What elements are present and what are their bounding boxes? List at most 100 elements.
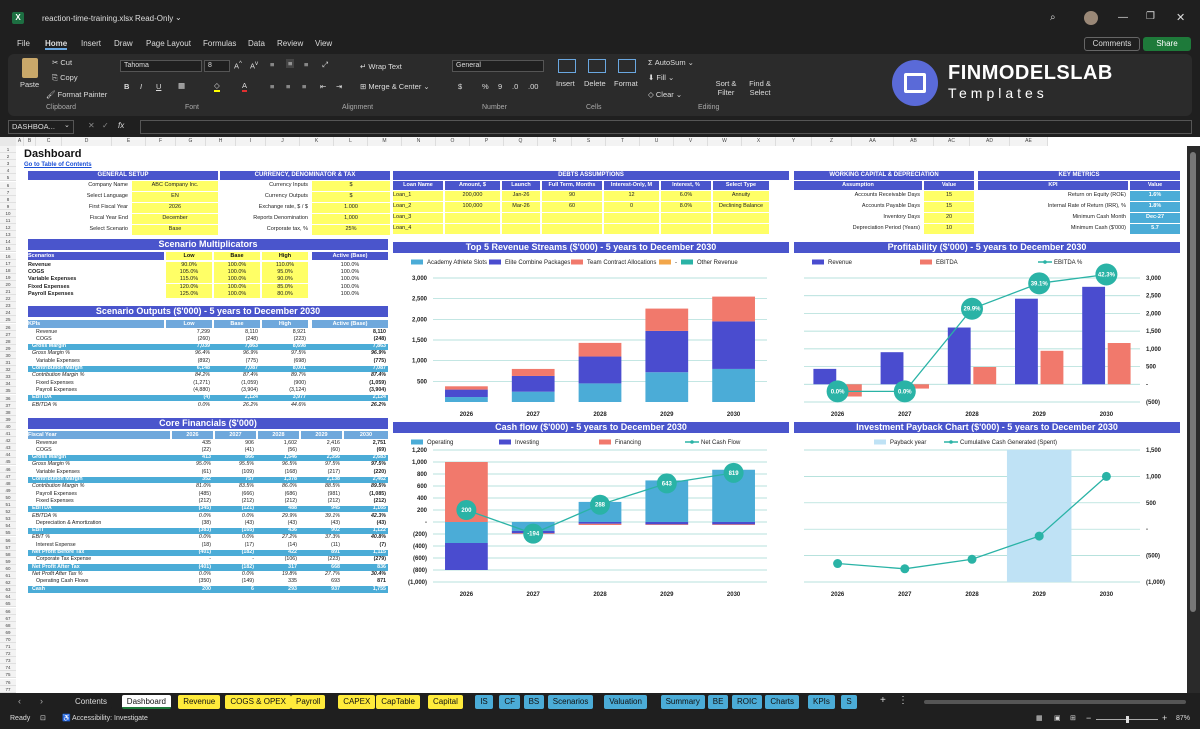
row-header[interactable]: 29 [0,344,16,352]
row-header[interactable]: 76 [0,678,16,686]
tab-capex[interactable]: CAPEX [338,695,376,709]
column-header-A[interactable]: A [16,137,24,146]
row-header[interactable]: 67 [0,614,16,622]
tab-cf[interactable]: CF [499,695,521,709]
row-header[interactable]: 57 [0,543,16,551]
enter-icon[interactable]: ✓ [102,121,109,130]
row-header[interactable]: 47 [0,472,16,480]
row-header[interactable]: 74 [0,664,16,672]
row-header[interactable]: 12 [0,224,16,232]
column-header-L[interactable]: L [334,137,368,146]
delete-cells-button[interactable]: Delete [584,79,606,88]
format-painter-button[interactable]: 🖌 Format Painter [46,90,107,99]
vertical-scrollbar[interactable] [1187,146,1200,693]
tab-scenarios[interactable]: Scenarios [547,695,594,709]
cut-button[interactable]: ✂ Cut [52,58,72,67]
zoom-level[interactable]: 87% [1176,715,1190,722]
row-header[interactable]: 39 [0,415,16,423]
worksheet[interactable]: A B C D E F G H I J K L M N O P Q R S T U V W X Y Z AA AB AC AD AE 123… [0,137,1200,693]
debts-cell-bg[interactable] [713,213,769,223]
column-header-F[interactable]: F [146,137,176,146]
column-header-AE[interactable]: AE [1010,137,1048,146]
row-header[interactable]: 70 [0,635,16,643]
align-bottom-icon[interactable]: ≡ [304,60,308,69]
namebox-chevron-icon[interactable]: ⌄ [64,121,70,129]
align-center-icon[interactable]: ≡ [286,82,290,91]
row-header[interactable]: 45 [0,458,16,466]
column-header-Q[interactable]: Q [504,137,538,146]
tab-more-icon[interactable]: ⋮ [898,695,908,706]
row-header[interactable]: 64 [0,593,16,601]
column-header-U[interactable]: U [640,137,674,146]
row-header[interactable]: 26 [0,323,16,331]
row-header[interactable]: 77 [0,685,16,693]
align-top-icon[interactable]: ≡ [270,60,274,69]
debts-cell-bg[interactable] [502,213,540,223]
menu-draw[interactable]: Draw [114,39,133,48]
align-left-icon[interactable]: ≡ [270,82,274,91]
row-header[interactable]: 5 [0,174,16,182]
menu-formulas[interactable]: Formulas [203,39,236,48]
horizontal-scrollbar[interactable] [924,700,1186,704]
tab-summary[interactable]: Summary [660,695,705,709]
scrollbar-thumb[interactable] [1190,152,1196,612]
tab-capital[interactable]: Capital [428,695,463,709]
tab-kpis[interactable]: KPIs [808,695,835,709]
column-header-D[interactable]: D [62,137,112,146]
number-format-select[interactable]: General [452,60,544,72]
row-header[interactable]: 55 [0,529,16,537]
chart-1[interactable]: Profitability ($'000) - 5 years to Decem… [794,242,1180,420]
row-header[interactable]: 20 [0,280,16,288]
row-header[interactable]: 37 [0,401,16,409]
zoom-out-icon[interactable]: − [1086,713,1091,723]
row-header[interactable]: 48 [0,479,16,487]
row-header[interactable]: 59 [0,557,16,565]
column-header-AA[interactable]: AA [852,137,894,146]
tab-prev-icon[interactable]: ‹ [18,696,21,706]
row-header[interactable]: 44 [0,451,16,459]
share-button[interactable]: Share [1143,37,1191,51]
row-header[interactable]: 38 [0,408,16,416]
row-header[interactable]: 18 [0,266,16,274]
row-header[interactable]: 24 [0,309,16,317]
find-select-button[interactable]: Find & Select [746,79,774,97]
row-header[interactable]: 40 [0,422,16,430]
row-header[interactable]: 34 [0,380,16,388]
mode-chevron-icon[interactable]: ⌄ [175,13,182,22]
row-header[interactable]: 41 [0,430,16,437]
row-header[interactable]: 10 [0,209,16,217]
column-header-T[interactable]: T [606,137,640,146]
row-header[interactable]: 3 [0,160,16,168]
column-header-E[interactable]: E [112,137,146,146]
tab-next-icon[interactable]: › [40,696,43,706]
row-header[interactable]: 75 [0,671,16,679]
chart-2[interactable]: Cash flow ($'000) - 5 years to December … [393,422,789,600]
row-header[interactable]: 53 [0,515,16,523]
clear-button[interactable]: ◇ Clear ⌄ [648,90,682,99]
autosum-button[interactable]: Σ AutoSum ⌄ [648,58,694,67]
row-header[interactable]: 42 [0,437,16,445]
insert-cells-icon[interactable] [558,59,576,73]
paste-button[interactable]: Paste [20,80,39,89]
row-header[interactable]: 21 [0,288,16,295]
row-header[interactable]: 62 [0,579,16,587]
column-header-G[interactable]: G [176,137,206,146]
tab-is[interactable]: IS [475,695,493,709]
debts-cell-bg[interactable] [661,224,711,234]
menu-page-layout[interactable]: Page Layout [146,39,191,48]
debts-cell-bg[interactable] [502,224,540,234]
bold-button[interactable]: B [124,82,129,91]
tab-s[interactable]: S [841,695,857,709]
copy-button[interactable]: ⎘ Copy [52,73,78,83]
add-sheet-icon[interactable]: + [880,695,886,706]
menu-review[interactable]: Review [277,39,303,48]
row-header[interactable]: 50 [0,493,16,501]
maximize-icon[interactable]: ❐ [1146,11,1155,22]
column-header-V[interactable]: V [674,137,708,146]
merge-center-button[interactable]: ⊞ Merge & Center ⌄ [360,82,430,91]
row-header[interactable]: 16 [0,252,16,260]
row-header[interactable]: 52 [0,508,16,516]
menu-insert[interactable]: Insert [81,39,101,48]
delete-cells-icon[interactable] [588,59,606,73]
menu-data[interactable]: Data [248,39,265,48]
